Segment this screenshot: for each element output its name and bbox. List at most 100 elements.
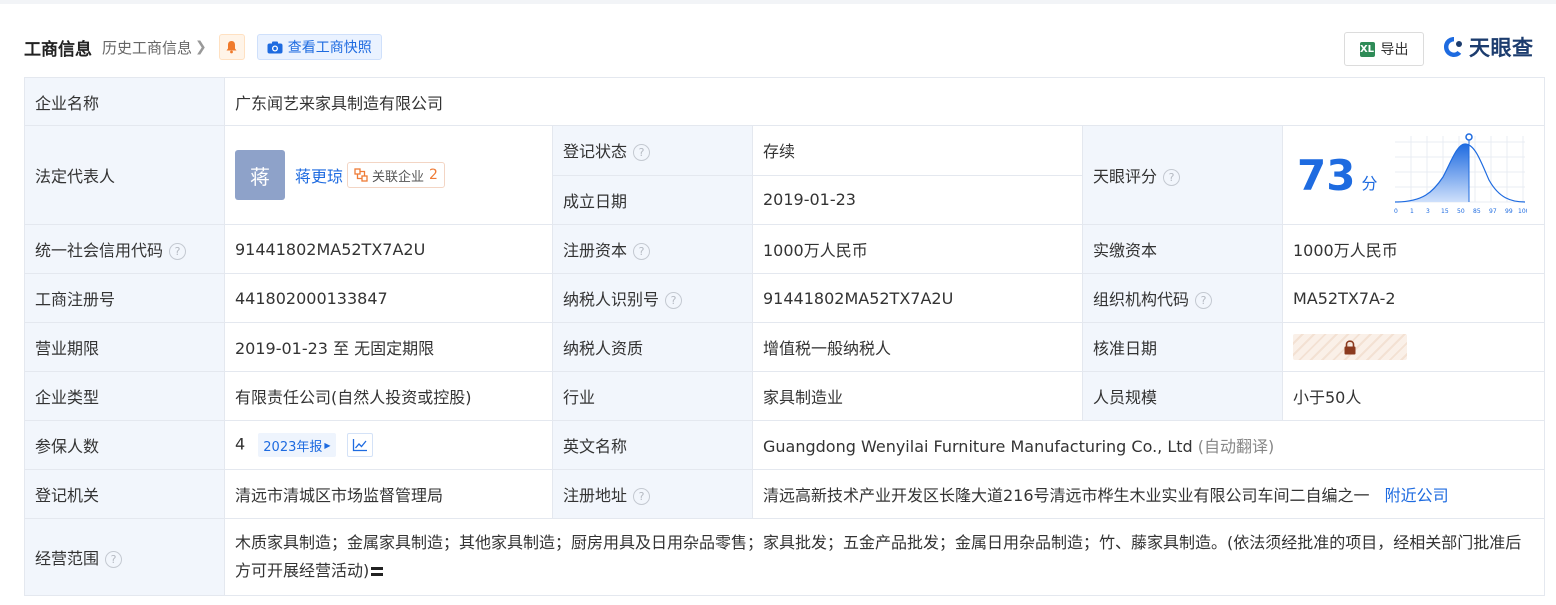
status-value: 存续 (752, 125, 1083, 176)
reg-no-value: 441802000133847 (224, 273, 553, 323)
locked-content[interactable] (1293, 334, 1407, 360)
brand-name: 天眼查 (1469, 36, 1534, 60)
en-name-label: 英文名称 (552, 420, 753, 470)
collapse-icon[interactable] (371, 567, 384, 576)
related-companies-count: 2 (429, 167, 438, 183)
term-label: 营业期限 (24, 322, 225, 372)
table-row: 工商注册号 441802000133847 纳税人识别号? 91441802MA… (24, 273, 1546, 323)
avatar[interactable]: 蒋 (235, 150, 285, 200)
export-button[interactable]: XL 导出 (1344, 32, 1424, 66)
snapshot-button[interactable]: 查看工商快照 (256, 34, 382, 60)
history-link[interactable]: 历史工商信息 ❯ (102, 37, 207, 58)
scope-value: 木质家具制造；金属家具制造；其他家具制造；厨房用具及日用杂品零售；家具批发；五金… (235, 533, 1522, 580)
snapshot-label: 查看工商快照 (287, 40, 372, 56)
help-icon[interactable]: ? (169, 243, 187, 260)
scope-label-cell: 经营范围? (24, 518, 225, 596)
status-label-cell: 登记状态? (552, 125, 753, 176)
found-date-value: 2019-01-23 (752, 174, 1083, 225)
score-value: 73 (1297, 150, 1356, 200)
type-label: 企业类型 (24, 371, 225, 421)
approve-date-cell (1281, 322, 1546, 372)
trend-chart-button[interactable] (346, 433, 373, 457)
insured-cell: 4 2023年报 ▶ (224, 420, 553, 470)
en-name-value: Guangdong Wenyilai Furniture Manufacturi… (763, 437, 1193, 456)
reg-capital-label-cell: 注册资本? (552, 224, 753, 274)
table-row: 营业期限 2019-01-23 至 无固定期限 纳税人资质 增值税一般纳税人 核… (24, 322, 1546, 372)
paid-capital-value: 1000万人民币 (1281, 224, 1546, 274)
chevron-right-icon: ❯ (195, 39, 207, 55)
type-value: 有限责任公司(自然人投资或控股) (224, 371, 553, 421)
score-tick-label: 3 (1426, 208, 1430, 215)
scope-label: 经营范围 (35, 549, 100, 568)
network-icon (354, 168, 368, 182)
table-row: 登记机关 清远市清城区市场监督管理局 注册地址? 清远高新技术产业开发区长隆大道… (24, 469, 1546, 519)
taxpayer-id-value: 91441802MA52TX7A2U (752, 273, 1083, 323)
credit-code-label-cell: 统一社会信用代码? (24, 224, 225, 274)
table-row: 参保人数 4 2023年报 ▶ 英文名称 Guangdong Wenyilai F… (24, 420, 1546, 470)
nearby-companies-link[interactable]: 附近公司 (1385, 486, 1449, 505)
score-cell[interactable]: 73 分 0 1 3 15 50 85 97 99 10 (1281, 125, 1546, 225)
company-name-label: 企业名称 (24, 77, 225, 126)
help-icon[interactable]: ? (633, 243, 651, 260)
reg-no-label: 工商注册号 (24, 273, 225, 323)
credit-code-label: 统一社会信用代码 (35, 241, 164, 260)
table-row: 经营范围? 木质家具制造；金属家具制造；其他家具制造；厨房用具及日用杂品零售；家… (24, 518, 1546, 596)
address-value: 清远高新技术产业开发区长隆大道216号清远市桦生木业实业有限公司车间二自编之一 (763, 486, 1370, 505)
authority-label: 登记机关 (24, 469, 225, 519)
lock-icon (1344, 339, 1356, 354)
help-icon[interactable]: ? (1195, 292, 1213, 309)
annual-report-year-label: 2023年报 (263, 439, 323, 455)
table-row: 企业名称 广东闻艺来家具制造有限公司 (24, 77, 1546, 126)
address-label: 注册地址 (563, 486, 628, 505)
staff-label: 人员规模 (1082, 371, 1283, 421)
industry-value: 家具制造业 (752, 371, 1083, 421)
insured-label: 参保人数 (24, 420, 225, 470)
credit-code-value: 91441802MA52TX7A2U (224, 224, 553, 274)
reg-capital-value: 1000万人民币 (752, 224, 1083, 274)
help-icon[interactable]: ? (633, 144, 651, 162)
score-tick-label: 85 (1473, 208, 1481, 215)
history-link-label: 历史工商信息 (102, 38, 193, 57)
excel-icon: XL (1359, 41, 1375, 57)
annual-report-year-button[interactable]: 2023年报 ▶ (258, 433, 336, 457)
org-code-value: MA52TX7A-2 (1281, 273, 1546, 323)
brand-logo: 天眼查 (1442, 33, 1534, 61)
table-row: 法定代表人 蒋 蒋更琼 关联企业 2 登记状态? 存续 天眼评分? 73 分 0… (24, 125, 1546, 225)
help-icon[interactable]: ? (665, 292, 683, 309)
notification-bell-button[interactable] (218, 34, 245, 60)
help-icon[interactable]: ? (633, 488, 651, 505)
address-cell: 清远高新技术产业开发区长隆大道216号清远市桦生木业实业有限公司车间二自编之一 … (751, 469, 1546, 519)
score-tick-label: 100 (1518, 208, 1527, 215)
score-tick-label: 97 (1489, 208, 1497, 215)
address-label-cell: 注册地址? (552, 469, 753, 519)
en-name-cell: Guangdong Wenyilai Furniture Manufacturi… (751, 420, 1546, 470)
found-date-label: 成立日期 (552, 174, 753, 225)
auto-translate-note: (自动翻译) (1197, 437, 1275, 456)
legal-rep-label: 法定代表人 (24, 125, 225, 225)
score-tick-label: 15 (1441, 208, 1449, 215)
caret-right-icon: ▶ (324, 440, 331, 450)
taxpayer-qual-label: 纳税人资质 (552, 322, 753, 372)
export-label: 导出 (1380, 42, 1409, 58)
status-label: 登记状态 (563, 142, 628, 162)
staff-value: 小于50人 (1281, 371, 1546, 421)
legal-rep-name-link[interactable]: 蒋更琼 (295, 163, 343, 187)
table-row: 统一社会信用代码? 91441802MA52TX7A2U 注册资本? 1000万… (24, 224, 1546, 274)
taxpayer-qual-value: 增值税一般纳税人 (752, 322, 1083, 372)
section-header: 工商信息 历史工商信息 ❯ 查看工商快照 (24, 33, 382, 61)
score-distribution-chart: 0 1 3 15 50 85 97 99 100 (1394, 133, 1527, 215)
org-code-label-cell: 组织机构代码? (1082, 273, 1283, 323)
help-icon[interactable]: ? (1163, 169, 1181, 186)
score-tick-label: 99 (1505, 208, 1513, 215)
camera-icon (267, 41, 283, 53)
score-unit: 分 (1361, 174, 1378, 193)
score-label: 天眼评分 (1093, 167, 1158, 186)
company-name: 广东闻艺来家具制造有限公司 (223, 77, 1546, 126)
insured-value: 4 (235, 434, 246, 454)
related-companies-button[interactable]: 关联企业 2 (347, 162, 445, 188)
taxpayer-id-label: 纳税人识别号 (563, 290, 660, 309)
paid-capital-label: 实缴资本 (1082, 224, 1283, 274)
score-tick-label: 50 (1457, 208, 1465, 215)
help-icon[interactable]: ? (105, 551, 123, 568)
term-value: 2019-01-23 至 无固定期限 (224, 322, 553, 372)
